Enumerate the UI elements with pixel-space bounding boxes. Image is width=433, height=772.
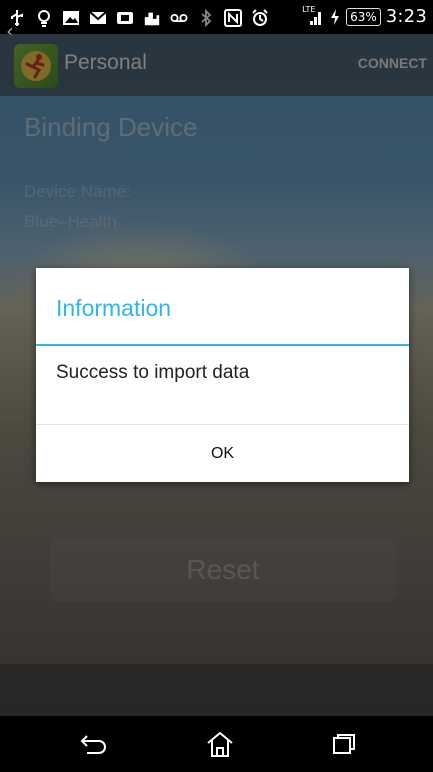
dialog-title: Information bbox=[56, 295, 172, 321]
status-bar: LTE 63% 3:23 bbox=[0, 0, 433, 34]
battery-indicator: 63% bbox=[346, 7, 381, 26]
building-icon bbox=[143, 9, 161, 27]
back-icon[interactable] bbox=[72, 726, 116, 762]
alarm-icon bbox=[251, 9, 269, 27]
home-icon[interactable] bbox=[198, 726, 242, 762]
recents-icon[interactable] bbox=[322, 726, 366, 762]
information-dialog: Information Success to import data OK bbox=[36, 268, 409, 482]
ok-button[interactable]: OK bbox=[36, 425, 409, 482]
nfc-icon bbox=[224, 9, 242, 27]
charging-icon bbox=[329, 8, 341, 26]
notification-icon bbox=[116, 9, 134, 27]
notification-icons bbox=[8, 7, 269, 29]
bluetooth-icon bbox=[197, 9, 215, 27]
clock: 3:23 bbox=[385, 6, 427, 27]
system-status: LTE 63% 3:23 bbox=[302, 5, 427, 28]
dialog-message: Success to import data bbox=[56, 362, 250, 383]
image-icon bbox=[62, 9, 80, 27]
navigation-bar bbox=[0, 716, 433, 772]
gmail-icon bbox=[89, 9, 107, 27]
bulb-icon bbox=[35, 9, 53, 27]
voicemail-icon bbox=[170, 9, 188, 27]
dialog-title-divider bbox=[36, 344, 409, 346]
lte-signal-icon: LTE bbox=[302, 5, 324, 27]
